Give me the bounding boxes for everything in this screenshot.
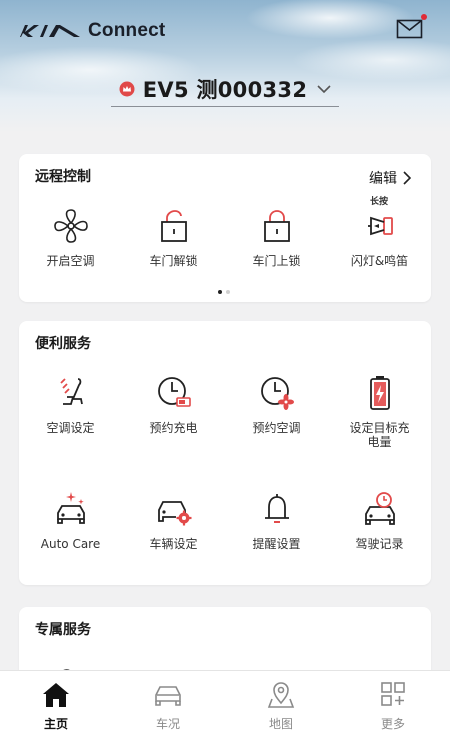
service-item-label: 车辆设定 [149,537,198,551]
service-reminder-settings[interactable]: 提醒设置 [225,489,328,551]
kia-logo-icon [20,25,80,37]
nav-label: 车况 [155,717,180,731]
chevron-down-icon [317,84,331,93]
nav-home[interactable]: 主页 [0,671,112,750]
service-ac-settings[interactable]: 空调设定 [19,373,122,435]
bell-icon [264,494,289,523]
bottom-navigation: 主页 车况 地图 更多 [0,670,450,750]
seat-climate-icon [59,378,83,405]
exclusive-services-title: 专属服务 [35,622,91,638]
brand-name: Connect [88,20,166,41]
mail-icon [396,19,423,39]
unlock-icon [160,210,187,242]
map-pin-icon [267,682,295,708]
lock-icon [263,210,290,242]
services-title: 便利服务 [35,336,91,352]
remote-control-card: 远程控制 编辑 开启空调 车门解锁 车门上锁 长按 闪灯&鸣笛 [19,154,431,302]
page-indicator [218,290,230,294]
vehicle-selector[interactable]: EV5 测000332 [111,72,339,107]
grid-plus-icon [381,682,405,706]
service-scheduled-charge[interactable]: 预约充电 [122,373,225,435]
remote-item-label: 车门上锁 [252,254,301,268]
edit-button[interactable]: 编辑 [369,168,411,188]
remote-flash-horn[interactable]: 闪灯&鸣笛 [328,206,431,268]
remote-control-title: 远程控制 [35,169,91,185]
unread-badge [421,14,427,20]
mail-button[interactable] [396,14,427,40]
service-scheduled-ac[interactable]: 预约空调 [225,373,328,435]
clock-fan-icon [260,377,294,410]
brand-logo: Connect [18,20,165,42]
crown-icon [119,81,135,97]
vehicle-name: EV5 测000332 [142,78,308,102]
nav-label: 主页 [43,717,68,731]
header-banner: Connect EV5 测000332 [0,0,450,132]
service-item-label: 驾驶记录 [355,537,404,551]
remote-door-unlock[interactable]: 车门解锁 [122,206,225,268]
remote-item-label: 闪灯&鸣笛 [350,254,409,268]
car-clock-icon [364,492,395,525]
nav-vehicle-status[interactable]: 车况 [112,671,224,750]
service-item-label: 空调设定 [46,421,95,435]
service-auto-care[interactable]: Auto Care [19,489,122,551]
chevron-right-icon [403,171,411,185]
page-dot-active [218,290,222,294]
car-status-icon [155,686,181,706]
remote-door-lock[interactable]: 车门上锁 [225,206,328,268]
service-item-label: Auto Care [40,537,101,551]
service-target-charge[interactable]: 设定目标充电量 [328,373,431,449]
clock-battery-icon [157,377,191,407]
fan-icon [53,209,88,243]
service-driving-record[interactable]: 驾驶记录 [328,489,431,551]
service-item-label: 预约充电 [149,421,198,435]
remote-item-label: 开启空调 [46,254,95,268]
nav-label: 更多 [380,717,405,731]
car-sparkle-icon [56,492,85,524]
nav-more[interactable]: 更多 [337,671,449,750]
nav-label: 地图 [268,717,293,731]
service-item-label: 预约空调 [252,421,301,435]
edit-label: 编辑 [369,171,397,187]
services-card: 便利服务 空调设定 预约充电 预约空调 设定目标充电量 Auto Care 车辆… [19,321,431,585]
home-icon [43,683,69,707]
car-gear-icon [157,501,191,526]
battery-charge-icon [369,376,390,410]
service-vehicle-settings[interactable]: 车辆设定 [122,489,225,551]
service-item-label: 设定目标充电量 [349,421,410,449]
remote-item-label: 车门解锁 [149,254,198,268]
nav-map[interactable]: 地图 [225,671,337,750]
horn-icon [367,216,393,236]
page-dot [226,290,230,294]
service-item-label: 提醒设置 [252,537,301,551]
remote-ac-on[interactable]: 开启空调 [19,206,122,268]
